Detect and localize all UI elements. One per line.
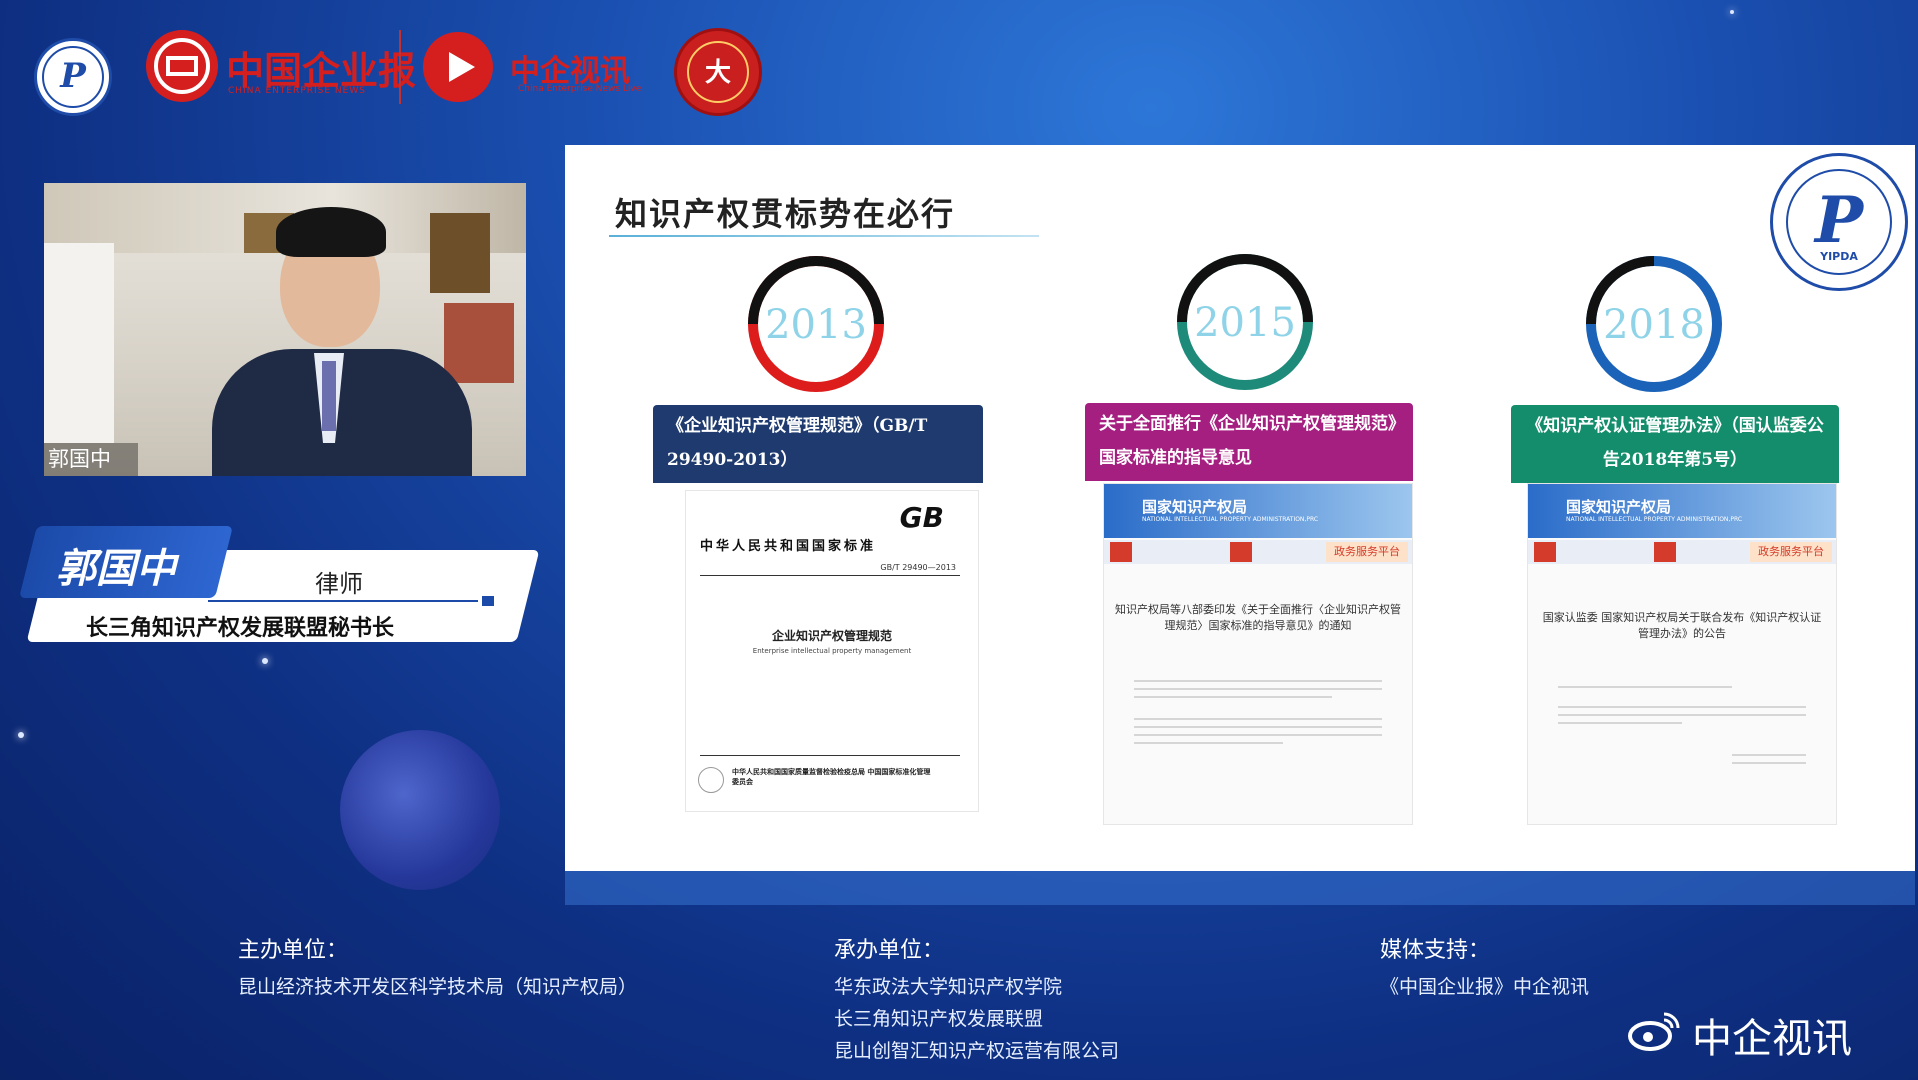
standard-band-2013: 《企业知识产权管理规范》（GB/T 29490-2013） bbox=[653, 405, 983, 483]
host-label: 主办单位： bbox=[238, 938, 349, 963]
speaker-hair bbox=[276, 207, 386, 257]
cnipa-portal-link: 政务服务平台 bbox=[1750, 542, 1832, 562]
cnipa-site-en: NATIONAL INTELLECTUAL PROPERTY ADMINISTR… bbox=[1566, 516, 1743, 523]
organizer-label: 承办单位： bbox=[834, 938, 945, 963]
speaker-role: 律师 bbox=[315, 570, 363, 598]
presentation-slide: 知识产权贯标势在必行 P YIPDA 2013 《企业知识产权管理规范》（GB/… bbox=[565, 145, 1915, 871]
video-caption: 郭国中 bbox=[44, 443, 138, 476]
video-frame-decor bbox=[430, 213, 490, 293]
year-label-2015: 2015 bbox=[1194, 300, 1296, 346]
doc-code: GB/T 29490—2013 bbox=[880, 563, 956, 572]
svg-text:P: P bbox=[59, 56, 87, 96]
notice-headline: 知识产权局等八部委印发《关于全面推行〈企业知识产权管理规范〉国家标准的指导意见》… bbox=[1115, 603, 1401, 632]
red-seal-icon: 大 bbox=[687, 41, 749, 103]
decorative-orb bbox=[340, 730, 500, 890]
doc-seal-icon bbox=[698, 767, 724, 793]
gb-badge: GB bbox=[899, 501, 944, 534]
yipda-logo: P bbox=[34, 38, 112, 116]
year-label-2018: 2018 bbox=[1603, 302, 1705, 348]
year-label-2013: 2013 bbox=[765, 302, 867, 348]
watermark-text: 中企视讯 bbox=[1692, 1016, 1852, 1062]
doc-footer: 中华人民共和国国家质量监督检验检疫总局 中国国家标准化管理委员会 bbox=[732, 768, 931, 786]
namecard-accent bbox=[482, 596, 494, 606]
corner-logo-text: YIPDA bbox=[1819, 250, 1858, 263]
video-certificate bbox=[444, 303, 514, 383]
slide-corner-logo: P YIPDA bbox=[1770, 153, 1908, 291]
notice-body bbox=[1134, 674, 1382, 750]
cnipa-site-name: 国家知识产权局 bbox=[1142, 498, 1248, 516]
weibo-icon bbox=[1626, 1008, 1682, 1052]
organizer-name: 昆山创智汇知识产权运营有限公司 bbox=[834, 1040, 1120, 1062]
svg-text:P: P bbox=[1813, 183, 1865, 258]
organizer-name: 长三角知识产权发展联盟 bbox=[834, 1008, 1044, 1030]
media-label: 媒体支持： bbox=[1380, 938, 1491, 963]
cnipa-site-en: NATIONAL INTELLECTUAL PROPERTY ADMINISTR… bbox=[1142, 516, 1319, 523]
media-name: 《中国企业报》中企视讯 bbox=[1380, 976, 1590, 998]
certification-band-2018: 《知识产权认证管理办法》（国认监委公告2018年第5号） bbox=[1511, 405, 1839, 483]
cnipa-nav-tab bbox=[1534, 542, 1556, 562]
document-gb-standard: GB 中华人民共和国国家标准 GB/T 29490—2013 企业知识产权管理规… bbox=[685, 490, 979, 812]
slide-title-underline bbox=[609, 235, 1039, 237]
speaker-tie bbox=[322, 361, 336, 431]
cnipa-nav-tab bbox=[1654, 542, 1676, 562]
speaker-title: 长三角知识产权发展联盟秘书长 bbox=[86, 616, 395, 641]
speaker-name: 郭国中 bbox=[56, 546, 176, 592]
alliance-seal-icon: P bbox=[42, 46, 104, 108]
zhongqi-video-emblem-icon bbox=[423, 32, 493, 102]
cnipa-nav-tab bbox=[1230, 542, 1252, 562]
china-enterprise-news-emblem-icon bbox=[146, 30, 218, 102]
host-name: 昆山经济技术开发区科学技术局（知识产权局） bbox=[238, 976, 638, 998]
sparkle-decoration bbox=[18, 732, 24, 738]
slide-bottom-bar bbox=[565, 871, 1915, 905]
doc-rule bbox=[700, 575, 960, 576]
cnipa-site-name: 国家知识产权局 bbox=[1566, 498, 1672, 516]
svg-text:大: 大 bbox=[705, 58, 731, 88]
zhongqi-video-subtitle: China Enterprise News Live bbox=[518, 84, 642, 94]
namecard-rule bbox=[208, 600, 478, 602]
guidance-band-2015: 关于全面推行《企业知识产权管理规范》国家标准的指导意见 bbox=[1085, 403, 1413, 481]
doc-rule bbox=[700, 755, 960, 756]
notice-headline: 国家认监委 国家知识产权局关于联合发布《知识产权认证管理办法》的公告 bbox=[1542, 611, 1822, 640]
document-cnipa-notice-2018: 国家知识产权局 NATIONAL INTELLECTUAL PROPERTY A… bbox=[1527, 483, 1837, 825]
speaker-video: 郭国中 bbox=[44, 183, 526, 476]
document-cnipa-notice-2015: 国家知识产权局 NATIONAL INTELLECTUAL PROPERTY A… bbox=[1103, 483, 1413, 825]
logo-divider bbox=[399, 30, 401, 104]
organizer-name: 华东政法大学知识产权学院 bbox=[834, 976, 1063, 998]
alliance-seal-icon: P YIPDA bbox=[1786, 169, 1892, 275]
sparkle-decoration bbox=[262, 658, 268, 664]
doc-header: 中华人民共和国国家标准 bbox=[700, 539, 877, 554]
china-enterprise-news-subtitle: CHINA ENTERPRISE NEWS bbox=[228, 86, 366, 96]
sparkle-decoration bbox=[1730, 10, 1734, 14]
doc-subtitle: Enterprise intellectual property managem… bbox=[752, 647, 912, 655]
video-cabinet bbox=[44, 243, 114, 443]
notice-body bbox=[1558, 680, 1806, 770]
cnipa-nav-tab bbox=[1110, 542, 1132, 562]
slide-title: 知识产权贯标势在必行 bbox=[615, 195, 956, 233]
red-seal-logo: 大 bbox=[674, 28, 762, 116]
doc-title: 企业知识产权管理规范 bbox=[771, 629, 892, 643]
cnipa-portal-link: 政务服务平台 bbox=[1326, 542, 1408, 562]
